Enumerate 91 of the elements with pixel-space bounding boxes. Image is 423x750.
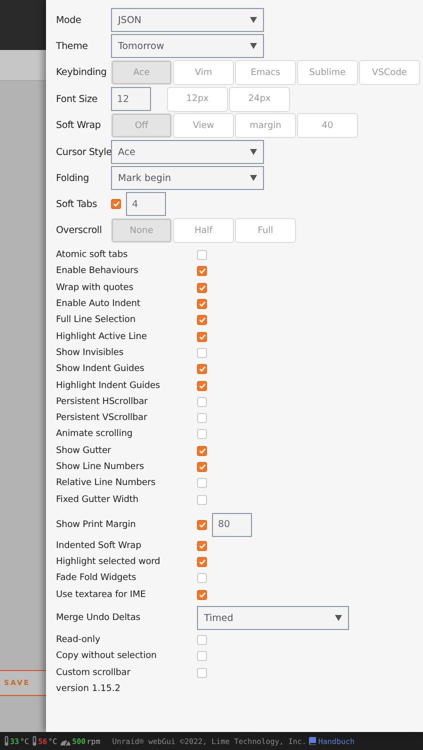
thermometer-icon xyxy=(32,736,38,746)
toggle-option[interactable]: Ace xyxy=(111,60,172,85)
checkbox[interactable] xyxy=(197,282,207,293)
dropdown-arrow-icon xyxy=(250,43,257,49)
dropdown[interactable]: JSON xyxy=(111,8,264,32)
option-label: Relative Line Numbers xyxy=(56,478,157,488)
input-field[interactable]: 12 xyxy=(111,87,151,111)
setting-label: Theme xyxy=(56,40,89,52)
checkbox[interactable] xyxy=(197,635,207,646)
option-label: Merge Undo Deltas xyxy=(56,613,142,624)
option-label: Persistent VScrollbar xyxy=(56,413,148,424)
toggle-option[interactable]: Full xyxy=(235,218,296,243)
checkbox[interactable] xyxy=(197,380,207,391)
preset-option[interactable]: 12px xyxy=(167,86,228,112)
checkbox[interactable] xyxy=(197,590,207,600)
setting-label: Folding xyxy=(56,172,90,184)
checkbox[interactable] xyxy=(197,364,207,374)
toggle-option[interactable]: VSCode xyxy=(359,60,420,85)
dropdown[interactable]: Tomorrow xyxy=(111,34,264,58)
dropdown-arrow-icon xyxy=(250,175,257,181)
dropdown[interactable]: Ace xyxy=(111,140,264,164)
checkbox[interactable] xyxy=(197,446,207,456)
option-label: Enable Behaviours xyxy=(56,266,140,276)
setting-label: Cursor Style xyxy=(56,146,111,158)
option-label: Highlight selected word xyxy=(56,557,162,568)
checkbox[interactable] xyxy=(197,651,207,662)
checkbox[interactable] xyxy=(197,462,207,472)
option-label: Show Print Margin xyxy=(56,520,137,530)
toggle-option[interactable]: None xyxy=(111,218,172,243)
dropdown[interactable]: Mark begin xyxy=(111,166,264,190)
setting-label: Overscroll xyxy=(56,225,103,236)
checkbox[interactable] xyxy=(197,396,207,407)
checkbox[interactable] xyxy=(197,315,207,326)
checkbox[interactable] xyxy=(197,478,207,488)
option-label: Highlight Active Line xyxy=(56,332,148,342)
option-label: Read-only xyxy=(56,635,102,646)
toggle-option[interactable]: View xyxy=(173,113,234,138)
option-label: Fade Fold Widgets xyxy=(56,573,138,584)
option-label: Animate scrolling xyxy=(56,429,134,440)
checkbox[interactable] xyxy=(197,266,207,276)
preset-option[interactable]: 24px xyxy=(229,86,290,112)
checkbox[interactable] xyxy=(197,332,207,342)
checkbox[interactable] xyxy=(197,540,207,551)
checkbox[interactable] xyxy=(197,668,207,678)
option-label: Enable Auto Indent xyxy=(56,299,142,310)
checkbox[interactable] xyxy=(197,520,207,530)
toggle-option[interactable]: 40 xyxy=(297,113,358,138)
header-bar xyxy=(0,0,46,50)
option-label: Custom scrollbar xyxy=(56,668,132,678)
checkbox[interactable] xyxy=(197,557,207,568)
input-field[interactable]: 4 xyxy=(126,192,166,216)
option-label: Highlight Indent Guides xyxy=(56,380,162,391)
option-label: Atomic soft tabs xyxy=(56,250,129,260)
book-icon xyxy=(309,737,316,745)
dropdown-arrow-icon xyxy=(335,615,342,622)
dropdown[interactable]: Timed xyxy=(197,606,349,630)
thermometer-icon xyxy=(4,736,9,746)
setting-label: Soft Wrap xyxy=(56,120,102,131)
checkbox[interactable] xyxy=(197,494,207,505)
checkbox[interactable] xyxy=(197,429,207,440)
checkbox[interactable] xyxy=(197,573,207,584)
checkbox[interactable] xyxy=(197,413,207,424)
checkbox[interactable] xyxy=(197,250,207,260)
option-label: Copy without selection xyxy=(56,651,158,662)
option-label: Show Line Numbers xyxy=(56,462,145,472)
option-label: Show Invisibles xyxy=(56,348,124,358)
checkbox[interactable] xyxy=(111,199,121,209)
dropdown-arrow-icon xyxy=(250,149,257,155)
toggle-option[interactable]: Emacs xyxy=(235,60,296,85)
option-label: Indented Soft Wrap xyxy=(56,540,142,551)
version-text: version 1.15.2 xyxy=(56,684,122,694)
setting-label: Font Size xyxy=(56,94,98,104)
toggle-option[interactable]: Sublime xyxy=(297,60,358,85)
option-label: Full Line Selection xyxy=(56,315,136,326)
option-label: Use textarea for IME xyxy=(56,590,147,600)
setting-label: Soft Tabs xyxy=(56,198,98,210)
dropdown-arrow-icon xyxy=(250,17,257,23)
checkbox[interactable] xyxy=(197,299,207,310)
input-field[interactable]: 80 xyxy=(212,512,252,537)
toggle-option[interactable]: Half xyxy=(173,218,234,243)
option-label: Persistent HScrollbar xyxy=(56,396,149,407)
checkbox[interactable] xyxy=(197,348,207,358)
setting-label: Mode xyxy=(56,14,82,26)
toggle-option[interactable]: margin xyxy=(235,113,296,138)
option-label: Wrap with quotes xyxy=(56,282,134,293)
option-label: Show Gutter xyxy=(56,446,112,456)
toggle-option[interactable]: Vim xyxy=(173,60,234,85)
option-label: Fixed Gutter Width xyxy=(56,494,140,505)
option-label: Show Indent Guides xyxy=(56,364,146,374)
setting-label: Keybinding xyxy=(56,67,108,78)
toggle-option[interactable]: Off xyxy=(111,113,172,138)
